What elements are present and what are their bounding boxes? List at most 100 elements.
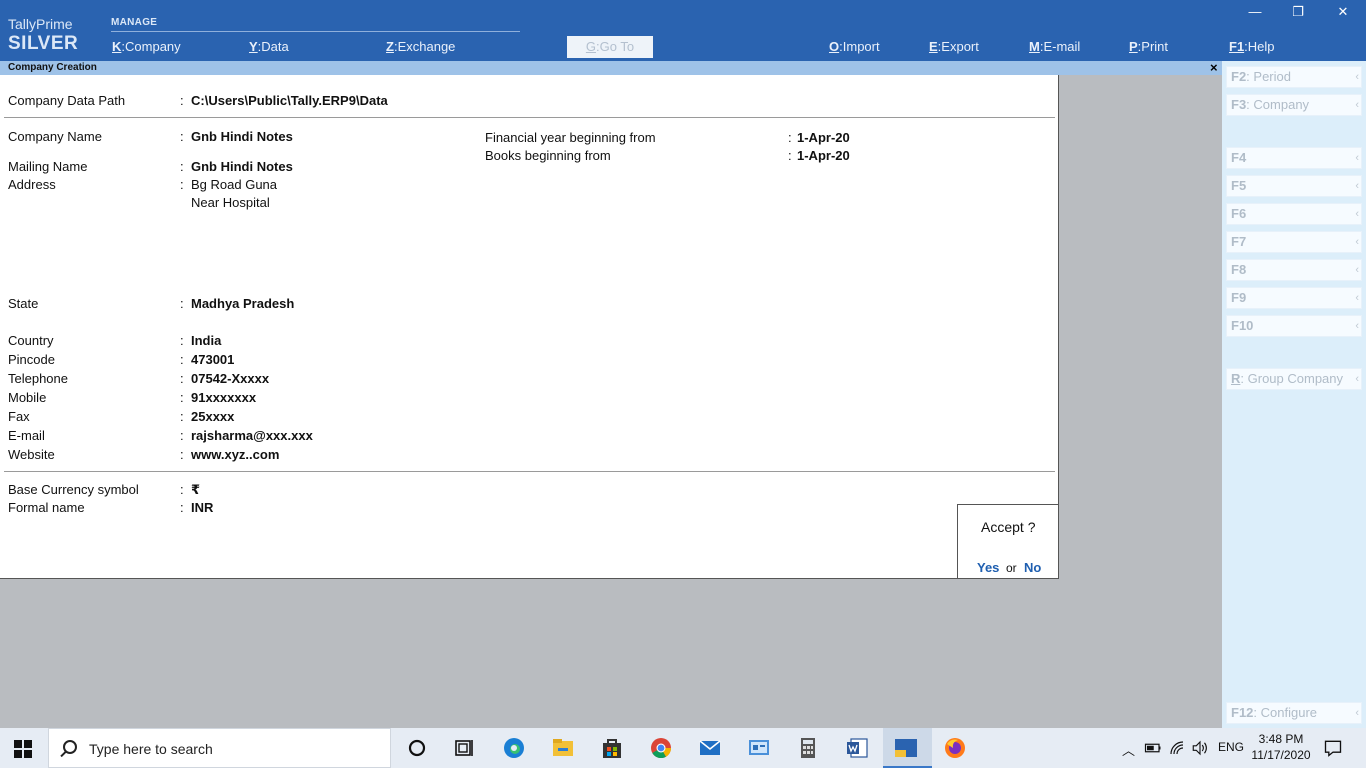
- f8-button[interactable]: F8 ‹: [1226, 259, 1362, 281]
- address-line-2-field[interactable]: Near Hospital: [191, 195, 270, 210]
- colon: :: [180, 409, 184, 424]
- accept-no-button[interactable]: No: [1024, 560, 1041, 575]
- control-panel-icon[interactable]: [747, 736, 771, 760]
- taskbar: Type here to search ︿ ENG 3:48 PM 11/17/…: [0, 728, 1366, 768]
- formal-name-label: Formal name: [8, 500, 85, 515]
- email-field[interactable]: rajsharma@xxx.xxx: [191, 428, 313, 443]
- screen-title-bar: Company Creation ×: [0, 60, 1222, 75]
- books-beginning-field[interactable]: 1-Apr-20: [797, 148, 850, 163]
- colon: :: [180, 333, 184, 348]
- menu-print[interactable]: P:Print: [1129, 39, 1168, 54]
- task-view-icon[interactable]: [452, 736, 476, 760]
- address-line-1-field[interactable]: Bg Road Guna: [191, 177, 277, 192]
- chevron-left-icon: ‹: [1355, 292, 1359, 304]
- email-label: E-mail: [8, 428, 45, 443]
- financial-year-label: Financial year beginning from: [485, 130, 656, 145]
- menu-data[interactable]: Y:Data: [249, 39, 289, 54]
- f7-button[interactable]: F7 ‹: [1226, 231, 1362, 253]
- edge-icon[interactable]: [502, 736, 526, 760]
- menu-export[interactable]: E:Export: [929, 39, 979, 54]
- restore-button[interactable]: ❐: [1283, 4, 1313, 20]
- company-name-label: Company Name: [8, 129, 102, 144]
- manage-divider: [111, 31, 520, 32]
- word-icon[interactable]: [845, 736, 869, 760]
- mail-icon[interactable]: [698, 736, 722, 760]
- company-name-field[interactable]: Gnb Hindi Notes: [191, 129, 293, 144]
- notification-icon[interactable]: [1323, 738, 1343, 758]
- pincode-label: Pincode: [8, 352, 55, 367]
- website-field[interactable]: www.xyz..com: [191, 447, 279, 462]
- chevron-left-icon: ‹: [1355, 208, 1359, 220]
- f4-button[interactable]: F4 ‹: [1226, 147, 1362, 169]
- colon: :: [180, 159, 184, 174]
- chevron-up-icon[interactable]: ︿: [1122, 740, 1135, 759]
- goto-button[interactable]: G:Go To: [567, 36, 653, 58]
- f5-button[interactable]: F5 ‹: [1226, 175, 1362, 197]
- cortana-icon[interactable]: [405, 736, 429, 760]
- telephone-field[interactable]: 07542-Xxxxx: [191, 371, 269, 386]
- chevron-left-icon: ‹: [1355, 180, 1359, 192]
- top-bar: TallyPrime SILVER MANAGE K:Company Y:Dat…: [0, 0, 1366, 61]
- store-icon[interactable]: [600, 736, 624, 760]
- tally-icon[interactable]: [894, 736, 918, 760]
- country-field[interactable]: India: [191, 333, 221, 348]
- colon: :: [180, 93, 184, 108]
- close-screen-button[interactable]: ×: [1210, 60, 1218, 75]
- f10-button[interactable]: F10 ‹: [1226, 315, 1362, 337]
- state-field[interactable]: Madhya Pradesh: [191, 296, 294, 311]
- accept-dialog: Accept ? Yes or No: [957, 504, 1059, 579]
- wifi-icon[interactable]: [1168, 739, 1186, 757]
- firefox-icon[interactable]: [943, 736, 967, 760]
- colon: :: [180, 352, 184, 367]
- company-button[interactable]: F3: Company ‹: [1226, 94, 1362, 116]
- language-indicator[interactable]: ENG: [1218, 740, 1244, 754]
- windows-start-icon[interactable]: [14, 740, 32, 758]
- accept-yes-button[interactable]: Yes: [977, 560, 999, 575]
- formal-name-field[interactable]: INR: [191, 500, 213, 515]
- colon: :: [180, 447, 184, 462]
- brand-edition: SILVER: [8, 33, 79, 54]
- volume-icon[interactable]: [1191, 739, 1209, 757]
- accept-question: Accept ?: [981, 519, 1036, 535]
- f9-button[interactable]: F9 ‹: [1226, 287, 1362, 309]
- mailing-name-field[interactable]: Gnb Hindi Notes: [191, 159, 293, 174]
- fax-field[interactable]: 25xxxx: [191, 409, 234, 424]
- currency-symbol-label: Base Currency symbol: [8, 482, 139, 497]
- colon: :: [180, 129, 184, 144]
- period-button[interactable]: F2: Period ‹: [1226, 66, 1362, 88]
- chrome-icon[interactable]: [649, 736, 673, 760]
- menu-exchange[interactable]: Z:Exchange: [386, 39, 455, 54]
- company-creation-form: Company Data Path : C:\Users\Public\Tall…: [0, 75, 1059, 579]
- telephone-label: Telephone: [8, 371, 68, 386]
- menu-help[interactable]: F1:Help: [1229, 39, 1275, 54]
- configure-button[interactable]: F12: Configure ‹: [1226, 702, 1362, 724]
- financial-year-field[interactable]: 1-Apr-20: [797, 130, 850, 145]
- data-path-field[interactable]: C:\Users\Public\Tally.ERP9\Data: [191, 93, 388, 108]
- minimize-button[interactable]: —: [1240, 4, 1270, 20]
- chevron-left-icon: ‹: [1355, 152, 1359, 164]
- group-company-button[interactable]: R: Group Company ‹: [1226, 368, 1362, 390]
- mobile-field[interactable]: 91xxxxxxx: [191, 390, 256, 405]
- accept-or-text: or: [1006, 561, 1017, 575]
- chevron-left-icon: ‹: [1355, 373, 1359, 385]
- battery-icon[interactable]: [1144, 739, 1162, 757]
- close-window-button[interactable]: ✕: [1328, 4, 1358, 20]
- clock-date: 11/17/2020: [1251, 748, 1311, 762]
- search-placeholder: Type here to search: [89, 741, 213, 757]
- file-explorer-icon[interactable]: [551, 736, 575, 760]
- clock[interactable]: 3:48 PM 11/17/2020: [1250, 731, 1312, 763]
- menu-company[interactable]: K:Company: [112, 39, 181, 54]
- menu-import[interactable]: O:Import: [829, 39, 880, 54]
- colon: :: [788, 148, 792, 163]
- f6-button[interactable]: F6 ‹: [1226, 203, 1362, 225]
- chevron-left-icon: ‹: [1355, 707, 1359, 719]
- menu-email[interactable]: M:E-mail: [1029, 39, 1080, 54]
- calculator-icon[interactable]: [796, 736, 820, 760]
- colon: :: [180, 428, 184, 443]
- books-beginning-label: Books beginning from: [485, 148, 611, 163]
- mailing-name-label: Mailing Name: [8, 159, 88, 174]
- currency-symbol-field[interactable]: ₹: [191, 482, 200, 498]
- pincode-field[interactable]: 473001: [191, 352, 234, 367]
- taskbar-search-box[interactable]: Type here to search: [48, 728, 391, 768]
- manage-section-label: MANAGE: [111, 17, 158, 28]
